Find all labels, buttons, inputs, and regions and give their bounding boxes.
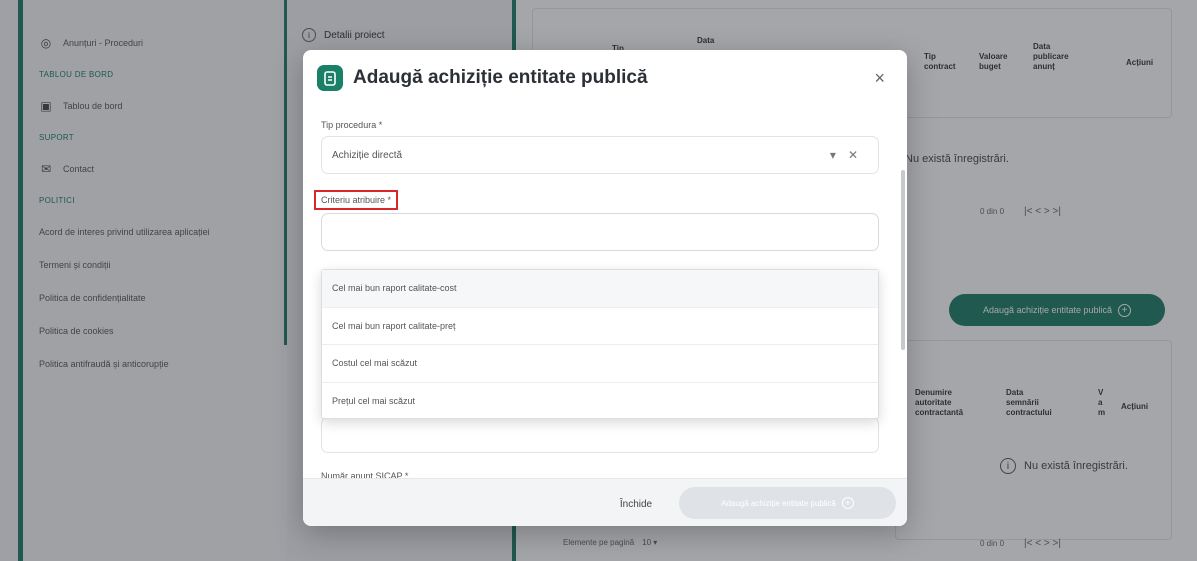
add-procurement-modal: Adaugă achiziție entitate publică × Tip … (303, 50, 907, 526)
criteriu-dropdown-menu: Cel mai bun raport calitate-cost Cel mai… (321, 269, 879, 419)
document-icon (317, 65, 343, 91)
criteriu-next-field[interactable] (321, 417, 879, 453)
modal-header: Adaugă achiziție entitate publică × (303, 50, 907, 106)
modal-body: Tip procedura * Achiziție directă ▾ ✕ Cr… (303, 106, 907, 526)
criteriu-atribuire-select[interactable] (321, 213, 879, 251)
dropdown-option[interactable]: Costul cel mai scăzut (322, 345, 878, 383)
close-button[interactable]: Închide (591, 491, 681, 517)
criteriu-atribuire-label: Criteriu atribuire * (314, 190, 399, 210)
submit-label: Adaugă achiziție entitate publică (721, 498, 836, 508)
dropdown-option[interactable]: Cel mai bun raport calitate-cost (322, 270, 878, 308)
submit-button[interactable]: Adaugă achiziție entitate publică + (679, 487, 896, 519)
dropdown-option[interactable]: Prețul cel mai scăzut (322, 383, 878, 421)
plus-circle-icon: + (841, 497, 854, 509)
tip-procedura-value: Achiziție directă (332, 149, 403, 161)
clear-icon[interactable]: ✕ (848, 148, 858, 162)
close-icon[interactable]: × (874, 68, 885, 89)
tip-procedura-select[interactable]: Achiziție directă ▾ ✕ (321, 136, 879, 174)
modal-footer: Închide Adaugă achiziție entitate public… (303, 478, 907, 526)
dropdown-option[interactable]: Cel mai bun raport calitate-preț (322, 308, 878, 345)
chevron-down-icon[interactable]: ▾ (830, 148, 836, 162)
modal-title: Adaugă achiziție entitate publică (353, 67, 648, 88)
modal-scrollbar[interactable] (901, 170, 905, 350)
tip-procedura-label: Tip procedura * (321, 120, 383, 130)
